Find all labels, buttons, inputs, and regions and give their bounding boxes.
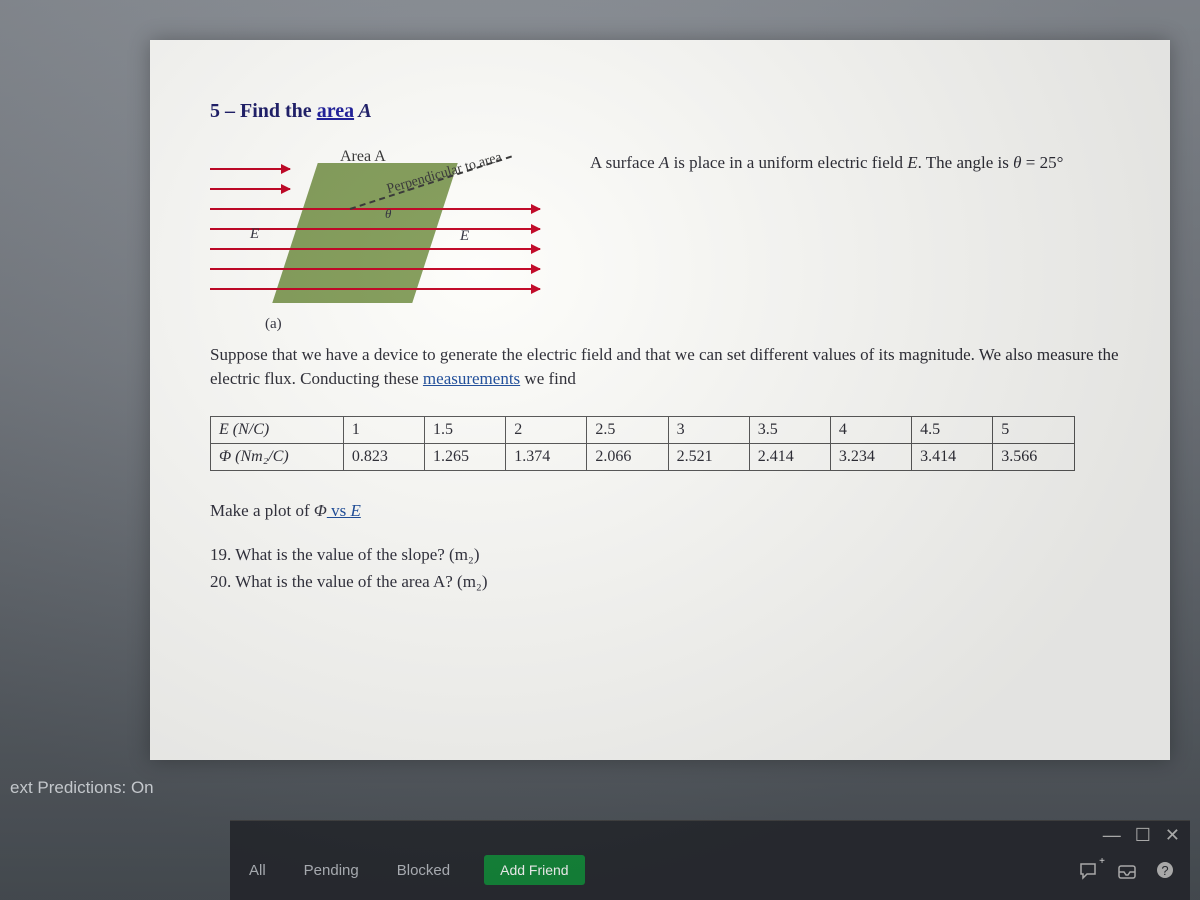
field-line <box>210 288 540 290</box>
arrow-head-icon <box>531 284 541 294</box>
desc-text: A surface <box>590 153 659 172</box>
body-paragraph: Suppose that we have a device to generat… <box>210 343 1120 391</box>
arrow-head-icon <box>531 264 541 274</box>
help-icon[interactable]: ? <box>1155 860 1175 885</box>
table-row: E (N/C) 1 1.5 2 2.5 3 3.5 4 4.5 5 <box>211 416 1075 443</box>
cell: 2.414 <box>749 443 830 470</box>
friend-tabs: All Pending Blocked Add Friend <box>245 855 585 885</box>
arrow-head-icon <box>281 184 291 194</box>
heading-area-link[interactable]: area <box>317 100 354 122</box>
field-line <box>210 188 290 190</box>
add-friend-button[interactable]: Add Friend <box>484 855 584 885</box>
plus-badge-icon: + <box>1099 856 1105 867</box>
cell: 1.374 <box>506 443 587 470</box>
section-heading: 5 – Find the area A <box>210 100 1120 123</box>
desc-var-theta: θ <box>1013 153 1021 172</box>
field-lines-group <box>210 168 540 308</box>
cell: 3.5 <box>749 416 830 443</box>
question-20: 20. What is the value of the area A? (m₂… <box>210 568 1120 595</box>
cell: 1 <box>343 416 424 443</box>
tab-pending[interactable]: Pending <box>300 856 363 885</box>
row-header-e: E (N/C) <box>211 416 344 443</box>
desc-text: is place in a uniform electric field <box>669 153 907 172</box>
vs-text: vs <box>327 501 351 520</box>
e-label-left: E <box>250 226 259 243</box>
arrow-head-icon <box>281 164 291 174</box>
window-controls: — ☐ ✕ <box>1103 825 1180 846</box>
figure-diagram: Area A Perpendicular to area θ E E (a) <box>210 148 550 328</box>
field-line <box>210 228 540 230</box>
arrow-head-icon <box>531 224 541 234</box>
figure-row: Area A Perpendicular to area θ E E (a) A… <box>210 148 1120 328</box>
new-dm-icon[interactable]: + <box>1079 862 1099 885</box>
document-page: 5 – Find the area A Area A Perpendicular… <box>150 40 1170 760</box>
cell: 1.5 <box>425 416 506 443</box>
field-line <box>210 248 540 250</box>
arrow-head-icon <box>531 244 541 254</box>
theta-label: θ <box>385 206 391 222</box>
help-svg-icon: ? <box>1155 860 1175 880</box>
plot-e: E <box>350 501 360 520</box>
cell: 3.414 <box>912 443 993 470</box>
figure-description: A surface A is place in a uniform electr… <box>590 148 1120 173</box>
chat-bubble-icon <box>1079 862 1099 880</box>
figure-caption: (a) <box>265 316 282 333</box>
desc-var-e: E <box>907 153 917 172</box>
plot-phi: Φ <box>314 501 327 520</box>
measurements-link[interactable]: measurements <box>423 369 520 388</box>
cell: 2.521 <box>668 443 749 470</box>
para-text: we find <box>520 369 576 388</box>
heading-number: 5 – <box>210 100 240 122</box>
field-line <box>210 168 290 170</box>
svg-text:?: ? <box>1161 863 1168 878</box>
row-header-phi: Φ (Nm₂/C) <box>211 443 344 470</box>
questions-block: 19. What is the value of the slope? (m₂)… <box>210 541 1120 595</box>
desc-angle-value: = 25° <box>1022 153 1064 172</box>
field-line <box>210 268 540 270</box>
para-text: Suppose that we have a device to generat… <box>210 345 1119 388</box>
cell: 3.234 <box>830 443 911 470</box>
inbox-icon[interactable] <box>1117 862 1137 885</box>
table-row: Φ (Nm₂/C) 0.823 1.265 1.374 2.066 2.521 … <box>211 443 1075 470</box>
tab-blocked[interactable]: Blocked <box>393 856 454 885</box>
field-line <box>210 208 540 210</box>
tab-all[interactable]: All <box>245 856 270 885</box>
chat-window-overlay: — ☐ ✕ All Pending Blocked Add Friend + ? <box>230 820 1190 900</box>
plot-instruction: Make a plot of Φ vs E <box>210 501 1120 521</box>
heading-var-a: A <box>354 100 372 122</box>
cell: 1.265 <box>425 443 506 470</box>
vs-link[interactable]: vs E <box>327 501 361 520</box>
cell: 4 <box>830 416 911 443</box>
cell: 3.566 <box>993 443 1074 470</box>
question-19: 19. What is the value of the slope? (m₂) <box>210 541 1120 568</box>
desc-var-a: A <box>659 153 669 172</box>
cell: 2 <box>506 416 587 443</box>
plot-text: Make a plot of <box>210 501 314 520</box>
cell: 0.823 <box>343 443 424 470</box>
desc-text: . The angle is <box>918 153 1014 172</box>
e-label-right: E <box>460 228 469 245</box>
cell: 2.066 <box>587 443 668 470</box>
minimize-icon[interactable]: — <box>1103 825 1121 846</box>
text-predictions-indicator: ext Predictions: On <box>0 774 164 802</box>
inbox-svg-icon <box>1117 862 1137 880</box>
cell: 3 <box>668 416 749 443</box>
cell: 2.5 <box>587 416 668 443</box>
heading-prefix: Find the <box>240 100 317 122</box>
cell: 4.5 <box>912 416 993 443</box>
close-icon[interactable]: ✕ <box>1165 825 1180 846</box>
data-table: E (N/C) 1 1.5 2 2.5 3 3.5 4 4.5 5 Φ (Nm₂… <box>210 416 1075 471</box>
cell: 5 <box>993 416 1074 443</box>
arrow-head-icon <box>531 204 541 214</box>
maximize-icon[interactable]: ☐ <box>1135 825 1151 846</box>
